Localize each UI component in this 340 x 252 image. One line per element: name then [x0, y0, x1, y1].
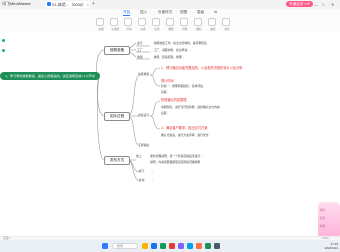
tool-boundary[interactable]: 外框	[180, 18, 188, 31]
note-text[interactable]: 阶段一：整理预期目标，需求评估	[161, 84, 203, 88]
close-tab-icon[interactable]: ×	[87, 1, 89, 8]
document-tab[interactable]: 01-体验...（0000） ×	[46, 1, 90, 8]
promo-sticker[interactable]: 限时 会员 特惠	[318, 202, 340, 238]
note-text[interactable]: · 工厂、领取材料、提交申请、...	[152, 48, 192, 52]
chat-icon[interactable]	[160, 243, 166, 249]
maximize-button[interactable]: □	[322, 1, 324, 8]
highlighted-note[interactable]: 1、预计输出功能完整结构，以及相关流程的设计以及分析	[161, 66, 242, 70]
note-text[interactable]: 发布流程说明：第一个阶段完成后需进行...	[150, 154, 203, 158]
menu-view[interactable]: 视图	[180, 10, 187, 15]
highlighted-note[interactable]: 2、满足客户要求，提出交付方案	[161, 126, 207, 130]
highlighted-note[interactable]: 预计时间	[161, 79, 174, 83]
promo-line: 限时	[320, 209, 326, 212]
mindmap-canvas[interactable]: 1、学习软件技能前提、提出人员相关的、适应进场完成1.1小节中 前期准备 多元 …	[0, 31, 340, 238]
note-text[interactable]: · 收尾：阶段结算，整理...	[152, 55, 184, 59]
tool-summary[interactable]: 概要	[166, 18, 174, 31]
note-text[interactable]: · ...	[150, 178, 154, 182]
menu-start[interactable]: 开始	[123, 10, 131, 16]
promo-line: 会员	[320, 217, 326, 220]
subtopic[interactable]: 工厂	[137, 48, 143, 52]
promo-line: 特惠	[320, 225, 326, 228]
tool-layout[interactable]: 布局	[222, 18, 230, 31]
edge-icon[interactable]	[187, 243, 193, 249]
note-text[interactable]: 确认方案后，进行方案评审，进行优化	[161, 133, 209, 137]
menu-insert[interactable]: 插入	[140, 10, 147, 15]
subtopic[interactable]: 线上	[136, 154, 142, 158]
subtopic[interactable]: 多元	[137, 41, 143, 45]
new-tab-button[interactable]: +	[92, 1, 95, 8]
subtopic[interactable]: 方案设计	[138, 113, 149, 117]
close-window-button[interactable]: ✕	[331, 1, 334, 8]
highlighted-note[interactable]: 阶段输出内容整理	[161, 98, 187, 102]
tool-icon[interactable]: 图标	[194, 18, 202, 31]
tool-topic[interactable]: 主题	[96, 18, 104, 31]
media-icon[interactable]	[169, 243, 175, 249]
branch-preparation[interactable]: 前期准备	[104, 46, 130, 55]
note-text[interactable]: 后期	[161, 111, 167, 115]
note-text[interactable]: 中期阶段：进行可行性判断，最终确认交付内容	[161, 105, 220, 109]
vip-button[interactable]: 开通会员 VIP	[286, 1, 314, 7]
note-text[interactable]: · ...	[150, 169, 154, 173]
branch-process[interactable]: 实际过程	[104, 112, 130, 121]
start-icon[interactable]	[102, 243, 108, 249]
taskbar-search[interactable]: 搜索	[112, 243, 138, 249]
subtopic[interactable]: 下游输出	[138, 143, 149, 147]
subtopic[interactable]: 功能规划	[138, 72, 149, 76]
branch-release[interactable]: 发布方式	[104, 156, 130, 165]
note-text[interactable]: · 前期准备工作，提交全部材料，等待审核及...	[152, 41, 209, 45]
menu-advanced[interactable]: 高级	[197, 10, 204, 15]
office-icon[interactable]	[196, 243, 202, 249]
root-topic[interactable]: 1、学习软件技能前提、提出人员相关的、适应进场完成1.1小节中	[0, 72, 100, 80]
note-text[interactable]: 初期	[161, 90, 167, 94]
mindmap-file-icon	[47, 2, 51, 6]
tool-subtopic[interactable]: 子主题	[110, 18, 119, 31]
tool-floating[interactable]: 浮动	[124, 18, 132, 31]
clock-date: 2024/3/12	[324, 246, 338, 250]
outline-icon[interactable]	[2, 39, 5, 42]
present-icon[interactable]	[2, 49, 5, 52]
minimize-button[interactable]: —	[314, 1, 318, 8]
document-tab-label: 01-体验...（0000）	[52, 2, 87, 7]
tool-format[interactable]: 格式	[208, 18, 216, 31]
tool-relation[interactable]: 关系	[138, 18, 146, 31]
tool-callout[interactable]: 标注	[152, 18, 160, 31]
note-text[interactable]: 说明：内容需要根据项目实际情况做调整	[150, 160, 200, 164]
terminal-icon[interactable]	[214, 243, 220, 249]
subtopic[interactable]: 补充	[139, 178, 145, 182]
folder-icon[interactable]	[142, 243, 148, 249]
subtopic[interactable]: 线下	[139, 169, 145, 173]
app-icon[interactable]	[178, 243, 184, 249]
subtopic[interactable]: 收尾	[137, 55, 143, 59]
mindmaster-icon[interactable]	[205, 243, 211, 249]
app-title: 讯飞MindMaster	[2, 1, 31, 6]
ribbon-toolbar: 开始 插入 页面样式 视图 高级 AI 主题 子主题 浮动 关系 标注 概要 外…	[0, 9, 340, 32]
menu-page-style[interactable]: 页面样式	[158, 10, 172, 15]
system-clock[interactable]: 17:15 2024/3/12	[318, 242, 338, 250]
browser-icon[interactable]	[151, 243, 157, 249]
menu-ai[interactable]: AI	[214, 10, 217, 14]
taskbar: 搜索 17:15 2024/3/12	[0, 240, 340, 252]
